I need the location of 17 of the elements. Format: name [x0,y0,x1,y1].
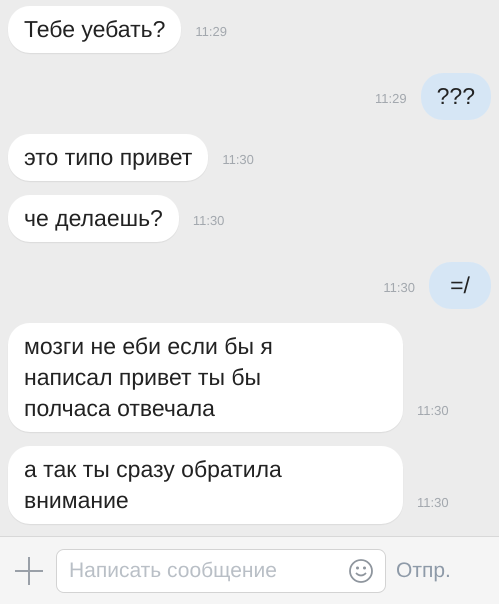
message-bubble: Тебе уебать? [8,6,182,53]
message-bubble: ??? [420,73,491,120]
message-bubble: =/ [429,262,491,309]
message-time: 11:30 [417,402,449,420]
message-time: 11:30 [222,150,254,168]
send-button[interactable]: Отпр. [396,554,451,586]
message-bubble: че делаешь? [8,195,179,242]
message-time: 11:30 [192,212,224,230]
message-time: 11:30 [417,494,449,512]
message-time: 11:29 [195,22,227,40]
message-time: 11:29 [375,90,407,108]
message-bubble: это типо привет [8,134,208,181]
message-time: 11:30 [383,278,415,296]
message-bubble: мозги не еби если бы я написал привет ты бы полчаса отвечала [8,323,403,432]
smiley-icon[interactable] [348,558,374,584]
message-input[interactable]: Написать сообщение [56,548,386,592]
message-bubble: а так ты сразу обратила внимание [8,446,403,524]
